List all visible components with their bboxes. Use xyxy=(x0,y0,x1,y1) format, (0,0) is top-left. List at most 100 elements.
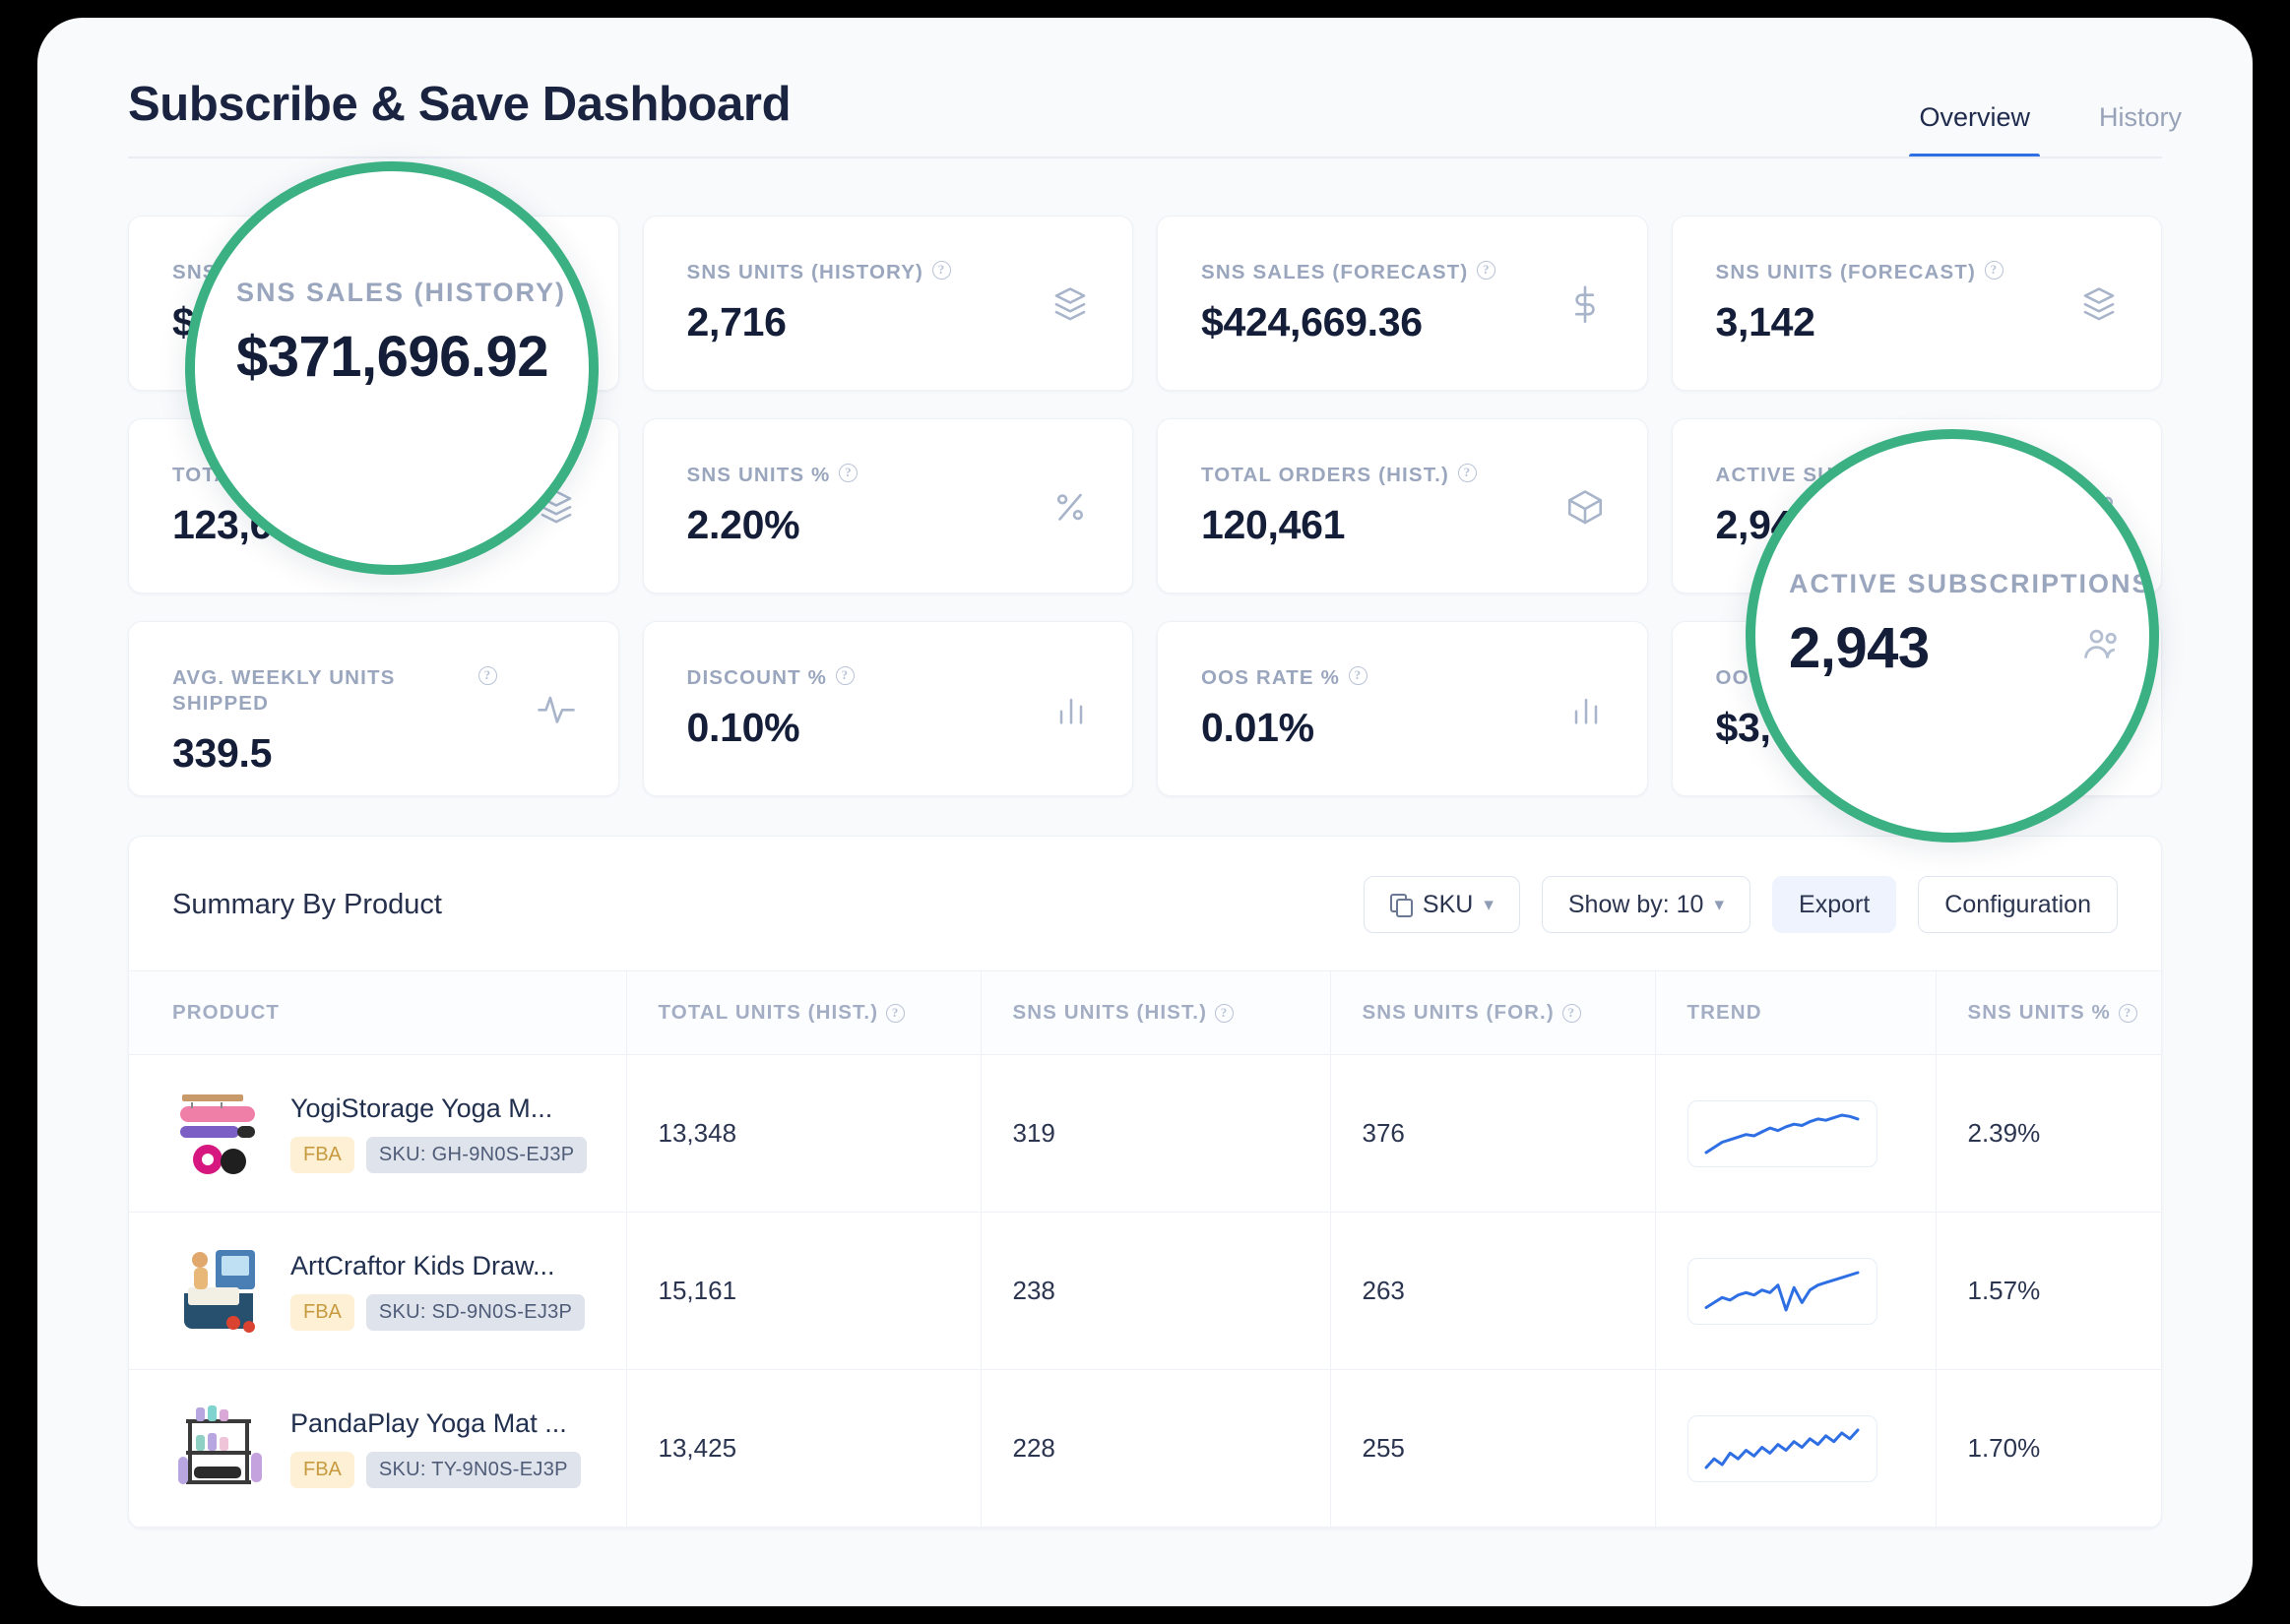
table-column-header[interactable]: TOTAL UNITS (HIST.)? xyxy=(625,970,981,1055)
help-icon[interactable]: ? xyxy=(835,666,855,685)
kpi-value: 3,142 xyxy=(1715,299,1815,345)
kpi-label-text: SNS SALES (FORECAST) xyxy=(1201,261,1469,283)
kpi-label: AVG. WEEKLY UNITS SHIPPED? xyxy=(172,665,497,717)
kpi-card: SNS UNITS (HISTORY)? 2,716 xyxy=(642,216,1133,391)
summary-toolbar: SKU ▾ Show by: 10 ▾ Export Configuration xyxy=(1363,876,2118,933)
help-icon[interactable]: ? xyxy=(478,666,497,685)
app-window: Subscribe & Save Dashboard Overview Hist… xyxy=(37,18,2253,1606)
product-badges: FBA SKU: GH-9N0S-EJ3P xyxy=(290,1137,588,1173)
sns-units-for-value: 263 xyxy=(1362,1276,1405,1305)
magnifier-left-value: $371,696.92 xyxy=(236,325,549,389)
column-header-inner: SNS UNITS %? xyxy=(1968,1001,2162,1025)
magnifier-left-content: SNS SALES (HISTORY) ? $371,696.92 xyxy=(236,278,589,390)
column-header-inner: TOTAL UNITS (HIST.)? xyxy=(659,1001,981,1025)
export-label: Export xyxy=(1799,890,1871,918)
table-column-header[interactable]: SNS UNITS %? xyxy=(1935,970,2162,1055)
table-row[interactable]: YogiStorage Yoga M... FBA SKU: GH-9N0S-EJ3… xyxy=(129,1054,2161,1213)
tab-bar: Overview History xyxy=(1909,79,2192,158)
table-column-header[interactable]: PRODUCT xyxy=(129,970,626,1055)
product-name[interactable]: YogiStorage Yoga M... xyxy=(290,1093,587,1124)
help-icon[interactable]: ? xyxy=(1561,1004,1581,1023)
kpi-label: DISCOUNT %? xyxy=(687,665,1012,691)
help-icon[interactable]: ? xyxy=(839,464,859,482)
total-units-hist-value: 13,425 xyxy=(658,1433,737,1463)
product-thumbnail xyxy=(172,1401,267,1496)
sku-badge: SKU: GH-9N0S-EJ3P xyxy=(365,1137,588,1173)
kpi-card: SNS UNITS %? 2.20% xyxy=(642,418,1133,593)
column-header-label: SNS UNITS % xyxy=(1967,1001,2111,1024)
sns-units-for-cell: 255 xyxy=(1329,1369,1655,1528)
table-column-header[interactable]: SNS UNITS (HIST.)? xyxy=(980,970,1330,1055)
kpi-card: SNS UNITS (FORECAST)? 3,142 xyxy=(1671,216,2162,391)
table-row[interactable]: ArtCraftor Kids Draw... FBA SKU: SD-9N0S-E… xyxy=(129,1212,2161,1370)
help-icon[interactable]: ? xyxy=(1984,261,2004,280)
kpi-label: OOS RATE %? xyxy=(1201,665,1526,691)
product-cell-inner: PandaPlay Yoga Mat ... FBA SKU: TY-9N0S-EJ… xyxy=(172,1401,626,1496)
product-thumbnail xyxy=(172,1086,267,1181)
help-icon[interactable]: ? xyxy=(932,261,952,280)
magnifier-right-label: ACTIVE SUBSCRIPTIONS xyxy=(1789,569,2152,599)
product-cell: ArtCraftor Kids Draw... FBA SKU: SD-9N0S-E… xyxy=(129,1212,626,1370)
trend-cell xyxy=(1654,1212,1936,1370)
tab-history[interactable]: History xyxy=(2089,98,2192,158)
table-row[interactable]: PandaPlay Yoga Mat ... FBA SKU: TY-9N0S-EJ… xyxy=(129,1369,2161,1528)
sku-dropdown[interactable]: SKU ▾ xyxy=(1363,876,1520,933)
kpi-label: SNS UNITS %? xyxy=(687,463,1012,488)
column-header-inner: SNS UNITS (FOR.)? xyxy=(1363,1001,1655,1025)
configuration-button[interactable]: Configuration xyxy=(1918,876,2118,933)
kpi-card: TOTAL ORDERS (HIST.)? 120,461 xyxy=(1157,418,1648,593)
magnifier-right-label-text: ACTIVE SUBSCRIPTIONS xyxy=(1789,569,2152,598)
sns-units-pct-value: 1.70% xyxy=(1967,1433,2041,1463)
product-name[interactable]: ArtCraftor Kids Draw... xyxy=(290,1251,585,1281)
kpi-card: AVG. WEEKLY UNITS SHIPPED? 339.5 xyxy=(128,621,619,796)
summary-title: Summary By Product xyxy=(172,888,442,920)
table-column-header[interactable]: SNS UNITS (FOR.)? xyxy=(1329,970,1655,1055)
sns-units-for-value: 255 xyxy=(1362,1433,1405,1463)
sns-units-pct-cell: 1.57% xyxy=(1935,1212,2161,1370)
summary-table: PRODUCT TOTAL UNITS (HIST.)? SNS UNITS (HI… xyxy=(129,970,2161,1528)
product-badges: FBA SKU: TY-9N0S-EJ3P xyxy=(290,1452,581,1488)
help-icon[interactable]: ? xyxy=(886,1004,906,1023)
page-title: Subscribe & Save Dashboard xyxy=(128,78,792,131)
sns-units-for-cell: 263 xyxy=(1329,1212,1655,1370)
sns-units-hist-value: 319 xyxy=(1012,1118,1055,1148)
help-icon[interactable]: ? xyxy=(1457,464,1477,482)
sku-badge: SKU: TY-9N0S-EJ3P xyxy=(365,1452,581,1488)
product-thumbnail xyxy=(172,1243,267,1339)
fba-badge: FBA xyxy=(290,1294,354,1331)
sns-units-hist-cell: 238 xyxy=(980,1212,1330,1370)
configuration-label: Configuration xyxy=(1944,890,2091,918)
kpi-value: 2.20% xyxy=(686,502,800,548)
product-name[interactable]: PandaPlay Yoga Mat ... xyxy=(290,1408,581,1439)
total-units-hist-cell: 13,425 xyxy=(625,1369,981,1528)
help-icon[interactable]: ? xyxy=(2118,1004,2137,1023)
percent-icon xyxy=(1050,486,1091,532)
box-icon xyxy=(1564,486,1606,532)
kpi-label-text: AVG. WEEKLY UNITS SHIPPED xyxy=(172,666,396,716)
tab-overview[interactable]: Overview xyxy=(1909,98,2040,158)
column-header-inner: PRODUCT xyxy=(172,1001,626,1025)
header-divider xyxy=(128,156,2162,158)
kpi-label-text: DISCOUNT % xyxy=(686,666,827,689)
sns-units-hist-cell: 228 xyxy=(980,1369,1330,1528)
kpi-label-text: TOTAL ORDERS (HIST.) xyxy=(1201,464,1449,486)
copy-icon xyxy=(1389,894,1413,917)
help-icon[interactable]: ? xyxy=(1215,1004,1235,1023)
column-header-label: PRODUCT xyxy=(172,1001,281,1024)
kpi-label-text: SNS UNITS (FORECAST) xyxy=(1715,261,1976,283)
kpi-value: 339.5 xyxy=(172,730,273,777)
fba-badge: FBA xyxy=(290,1452,354,1488)
page-header: Subscribe & Save Dashboard Overview Hist… xyxy=(37,18,2253,158)
kpi-value: 120,461 xyxy=(1201,502,1346,548)
magnifier-active-subscriptions: ACTIVE SUBSCRIPTIONS 2,943 xyxy=(1746,429,2159,843)
product-badges: FBA SKU: SD-9N0S-EJ3P xyxy=(290,1294,586,1331)
kpi-label-text: OOS RATE % xyxy=(1201,666,1340,689)
help-icon[interactable]: ? xyxy=(1477,261,1496,280)
export-button[interactable]: Export xyxy=(1772,876,1897,933)
help-icon[interactable]: ? xyxy=(1348,666,1368,685)
table-column-header[interactable]: TREND xyxy=(1654,970,1936,1055)
chevron-down-icon: ▾ xyxy=(1714,894,1725,915)
people-icon xyxy=(2080,622,2124,670)
product-cell: PandaPlay Yoga Mat ... FBA SKU: TY-9N0S-EJ… xyxy=(129,1369,626,1528)
show-by-dropdown[interactable]: Show by: 10 ▾ xyxy=(1541,876,1751,933)
